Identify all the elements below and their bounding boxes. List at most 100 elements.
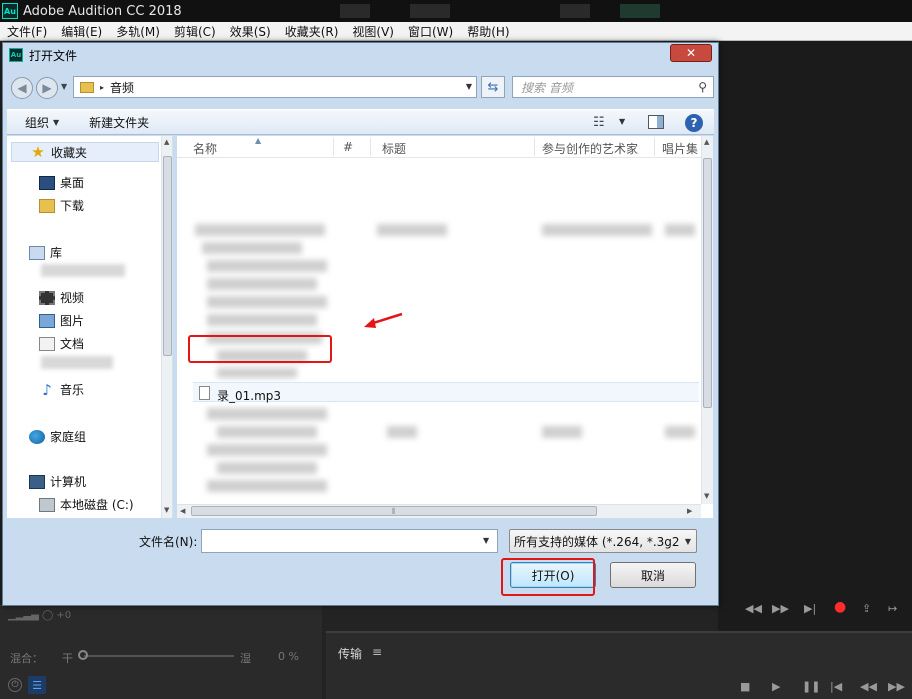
filetype-select[interactable]: 所有支持的媒体 (*.264, *.3g2, ▼ xyxy=(509,529,697,553)
scroll-up-icon[interactable]: ▲ xyxy=(704,138,709,146)
nav-item-favorites[interactable]: ★ 收藏夹 xyxy=(11,142,159,162)
panel-menu-icon[interactable]: ≡ xyxy=(372,645,382,659)
column-album[interactable]: 唱片集 xyxy=(662,140,698,157)
list-icon[interactable]: ☰ xyxy=(28,676,46,694)
back-arrow-icon[interactable]: ◀ xyxy=(11,77,33,99)
blurred-file-row[interactable] xyxy=(207,480,327,492)
skip-icon[interactable]: ↦ xyxy=(888,602,897,615)
menu-window[interactable]: 窗口(W) xyxy=(408,23,453,40)
blurred-file-row[interactable] xyxy=(665,224,695,236)
nav-item-computer[interactable]: 计算机 xyxy=(29,473,86,490)
nav-item-libraries[interactable]: 库 xyxy=(29,244,62,261)
column-divider[interactable] xyxy=(534,138,535,156)
nav-item-videos[interactable]: 视频 xyxy=(39,289,84,306)
blurred-file-row[interactable] xyxy=(217,426,317,438)
breadcrumb-separator-icon[interactable]: ▸ xyxy=(100,83,104,92)
chevron-down-icon[interactable]: ▼ xyxy=(466,82,472,91)
nav-item-desktop[interactable]: 桌面 xyxy=(39,174,84,191)
file-list-vertical-scrollbar[interactable]: ▲ ▼ xyxy=(701,136,713,504)
pause-icon[interactable]: ❚❚ xyxy=(802,680,820,693)
column-name[interactable]: 名称 xyxy=(193,140,217,157)
blurred-file-row[interactable] xyxy=(207,296,327,308)
menu-clip[interactable]: 剪辑(C) xyxy=(174,23,216,40)
blurred-file-row[interactable] xyxy=(377,224,447,236)
column-divider[interactable] xyxy=(370,138,371,156)
mix-slider-handle[interactable] xyxy=(78,650,88,660)
file-name[interactable]: 录_01.mp3 xyxy=(217,387,281,404)
scroll-up-icon[interactable]: ▲ xyxy=(164,138,169,146)
blurred-file-row[interactable] xyxy=(542,426,582,438)
rewind-icon[interactable]: ◀◀ xyxy=(860,680,877,693)
chevron-down-icon[interactable]: ▼ xyxy=(619,117,625,126)
organize-button[interactable]: 组织 xyxy=(25,114,49,131)
menu-file[interactable]: 文件(F) xyxy=(7,23,47,40)
menu-view[interactable]: 视图(V) xyxy=(352,23,394,40)
file-list-horizontal-scrollbar[interactable]: ◀ ⦀ ▶ xyxy=(177,504,701,518)
close-button[interactable]: ✕ xyxy=(670,44,712,62)
chevron-down-icon[interactable]: ▼ xyxy=(483,536,489,545)
nav-item-local-disk[interactable]: 本地磁盘 (C:) xyxy=(39,496,134,513)
fast-forward-icon[interactable]: ▶▶ xyxy=(888,680,905,693)
new-folder-button[interactable]: 新建文件夹 xyxy=(89,114,149,131)
loop-icon[interactable]: ⇪ xyxy=(862,602,871,615)
power-icon[interactable]: ⏻ xyxy=(8,678,22,692)
help-icon[interactable]: ? xyxy=(685,114,703,132)
nav-scrollbar-thumb[interactable] xyxy=(163,156,172,356)
menu-edit[interactable]: 编辑(E) xyxy=(61,23,102,40)
nav-item-downloads[interactable]: 下载 xyxy=(39,197,84,214)
fast-forward-icon[interactable]: ▶▶ xyxy=(772,602,789,615)
blurred-file-row[interactable] xyxy=(542,224,652,236)
preview-pane-icon[interactable] xyxy=(648,115,664,129)
nav-item-music[interactable]: ♪ 音乐 xyxy=(39,381,84,398)
stop-icon[interactable]: ■ xyxy=(740,680,750,693)
search-input[interactable]: 搜索 音频 ⚲ xyxy=(512,76,714,98)
nav-scrollbar[interactable]: ▲ ▼ xyxy=(161,136,172,518)
rewind-icon[interactable]: ◀◀ xyxy=(745,602,762,615)
column-artists[interactable]: 参与创作的艺术家 xyxy=(542,140,638,157)
horizontal-scrollbar-thumb[interactable]: ⦀ xyxy=(191,506,597,516)
vertical-scrollbar-thumb[interactable] xyxy=(703,158,712,408)
chevron-down-icon[interactable]: ▼ xyxy=(53,118,59,127)
scroll-right-icon[interactable]: ▶ xyxy=(687,507,692,515)
menu-multitrack[interactable]: 多轨(M) xyxy=(116,23,160,40)
blurred-file-row[interactable] xyxy=(387,426,417,438)
blurred-file-row[interactable] xyxy=(207,314,317,326)
cancel-button[interactable]: 取消 xyxy=(610,562,696,588)
go-start-icon[interactable]: |◀ xyxy=(830,680,842,693)
blurred-file-row[interactable] xyxy=(207,444,327,456)
nav-item-documents[interactable]: 文档 xyxy=(39,335,84,352)
column-divider[interactable] xyxy=(654,138,655,156)
blurred-file-row[interactable] xyxy=(665,426,695,438)
history-dropdown-icon[interactable]: ▼ xyxy=(61,82,67,91)
record-icon[interactable]: ● xyxy=(834,599,846,615)
breadcrumb-current-folder[interactable]: 音频 xyxy=(110,79,134,96)
scroll-left-icon[interactable]: ◀ xyxy=(180,507,185,515)
mix-slider-track[interactable] xyxy=(84,655,234,657)
nav-item-homegroup[interactable]: 家庭组 xyxy=(29,428,86,445)
menu-effects[interactable]: 效果(S) xyxy=(230,23,271,40)
filename-input[interactable] xyxy=(201,529,498,553)
search-icon[interactable]: ⚲ xyxy=(698,80,707,94)
nav-item-pictures[interactable]: 图片 xyxy=(39,312,84,329)
blurred-file-row[interactable] xyxy=(195,224,325,236)
scroll-down-icon[interactable]: ▼ xyxy=(704,492,709,500)
blurred-file-row[interactable] xyxy=(207,278,317,290)
blurred-file-row[interactable] xyxy=(217,462,317,474)
column-title[interactable]: 标题 xyxy=(382,140,406,157)
chevron-down-icon[interactable]: ▼ xyxy=(685,537,691,546)
blurred-file-row[interactable] xyxy=(207,408,327,420)
blurred-file-row[interactable] xyxy=(217,368,297,378)
skip-end-icon[interactable]: ▶| xyxy=(804,602,816,615)
view-options-icon[interactable]: ☷ xyxy=(593,115,605,130)
play-icon[interactable]: ▶ xyxy=(772,680,780,693)
scroll-down-icon[interactable]: ▼ xyxy=(164,506,169,514)
blurred-file-row[interactable] xyxy=(202,242,302,254)
column-divider[interactable] xyxy=(333,138,334,156)
menu-favorites[interactable]: 收藏夹(R) xyxy=(285,23,339,40)
column-track-number[interactable]: # xyxy=(343,140,353,154)
address-bar[interactable]: ▸ 音频 ▼ xyxy=(73,76,477,98)
forward-arrow-icon[interactable]: ▶ xyxy=(36,77,58,99)
menu-help[interactable]: 帮助(H) xyxy=(467,23,509,40)
blurred-file-row[interactable] xyxy=(207,260,327,272)
refresh-button[interactable]: ⇆ xyxy=(481,76,505,98)
